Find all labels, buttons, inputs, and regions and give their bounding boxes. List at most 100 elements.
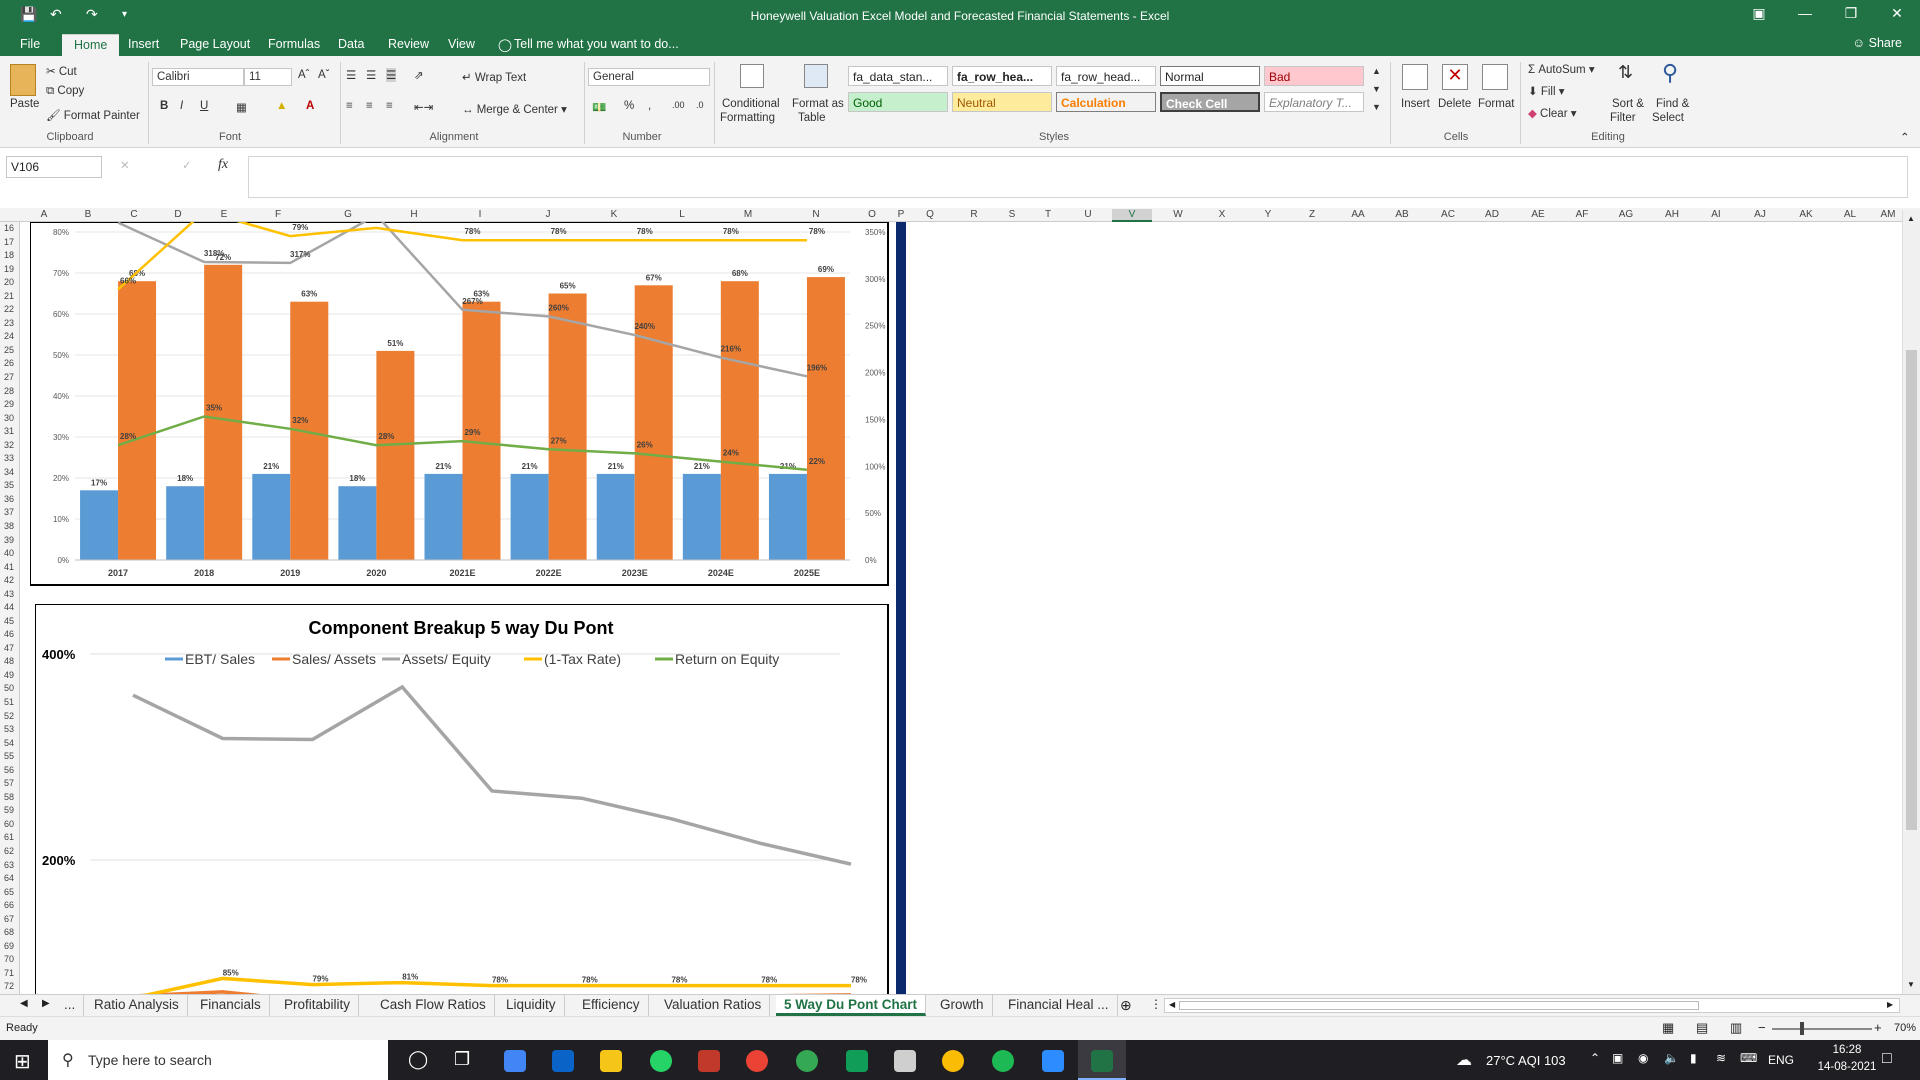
style-fa-row-header[interactable]: fa_row_head... xyxy=(1056,66,1156,86)
formula-input[interactable] xyxy=(248,156,1908,198)
mail-icon[interactable] xyxy=(552,1050,574,1072)
column-header[interactable]: N xyxy=(798,209,834,220)
name-box[interactable]: V106 xyxy=(6,156,102,178)
row-header[interactable]: 58 xyxy=(0,792,18,802)
sheet-tab-efficiency[interactable]: Efficiency xyxy=(574,995,649,1016)
row-header[interactable]: 40 xyxy=(0,548,18,558)
merge-center-button[interactable]: ↔ Merge & Center ▾ xyxy=(462,102,567,116)
fill-color-icon[interactable]: ▲ xyxy=(276,100,287,112)
row-header[interactable]: 67 xyxy=(0,914,18,924)
chrome-profile-icon[interactable] xyxy=(942,1050,964,1072)
row-header[interactable]: 59 xyxy=(0,805,18,815)
whatsapp-icon[interactable] xyxy=(650,1050,672,1072)
column-header[interactable]: H xyxy=(396,209,432,220)
column-header[interactable]: Z xyxy=(1294,209,1330,220)
confirm-entry-icon[interactable]: ✓ xyxy=(182,158,192,172)
column-header[interactable]: AG xyxy=(1608,209,1644,220)
close-button[interactable]: ✕ xyxy=(1882,5,1912,22)
column-header[interactable]: K xyxy=(596,209,632,220)
row-header[interactable]: 48 xyxy=(0,656,18,666)
battery-icon[interactable]: ▮ xyxy=(1690,1051,1697,1065)
tab-formulas[interactable]: Formulas xyxy=(268,37,320,51)
minimize-button[interactable]: — xyxy=(1790,5,1820,21)
align-left-icon[interactable]: ≡ xyxy=(346,100,353,112)
magnifier-icon[interactable]: ⚲ xyxy=(1662,60,1678,86)
row-header[interactable]: 57 xyxy=(0,778,18,788)
row-header[interactable]: 43 xyxy=(0,589,18,599)
app-icon[interactable] xyxy=(894,1050,916,1072)
row-header[interactable]: 26 xyxy=(0,358,18,368)
style-bad[interactable]: Bad xyxy=(1264,66,1364,86)
column-header[interactable]: AI xyxy=(1698,209,1734,220)
sheet-tab-more[interactable]: ... xyxy=(56,995,85,1016)
tab-view[interactable]: View xyxy=(448,37,475,51)
sheet-tab-cash-flow-ratios[interactable]: Cash Flow Ratios xyxy=(372,995,495,1016)
scroll-up-icon[interactable]: ▲ xyxy=(1907,214,1915,223)
sort-filter-icon[interactable]: ⇅ xyxy=(1618,62,1633,83)
format-as-table-button[interactable]: Format as xyxy=(792,98,844,110)
scroll-right-icon[interactable]: ▶ xyxy=(1887,1000,1893,1009)
column-header[interactable]: S xyxy=(994,209,1030,220)
column-header[interactable]: T xyxy=(1030,209,1066,220)
row-header[interactable]: 68 xyxy=(0,927,18,937)
find-select-button[interactable]: Find & xyxy=(1656,98,1689,110)
weather-icon[interactable]: ☁ xyxy=(1456,1050,1472,1070)
column-header[interactable]: F xyxy=(260,209,296,220)
column-header[interactable]: X xyxy=(1204,209,1240,220)
column-header[interactable]: AM xyxy=(1876,209,1900,220)
sheets-icon[interactable] xyxy=(846,1050,868,1072)
sort-filter-button[interactable]: Sort & xyxy=(1612,98,1644,110)
vertical-scroll-thumb[interactable] xyxy=(1906,350,1917,830)
column-header[interactable]: AA xyxy=(1340,209,1376,220)
delete-button[interactable]: Delete xyxy=(1438,98,1471,110)
align-center-icon[interactable]: ≡ xyxy=(366,100,373,112)
percent-icon[interactable]: % xyxy=(624,100,634,112)
row-header[interactable]: 63 xyxy=(0,860,18,870)
row-header[interactable]: 60 xyxy=(0,819,18,829)
row-header[interactable]: 31 xyxy=(0,426,18,436)
column-header[interactable]: AF xyxy=(1564,209,1600,220)
row-header[interactable]: 21 xyxy=(0,291,18,301)
style-good[interactable]: Good xyxy=(848,92,948,112)
sheet-tab-5-way-du-pont-chart[interactable]: 5 Way Du Pont Chart xyxy=(776,995,927,1016)
sheet-tab-valuation-ratios[interactable]: Valuation Ratios xyxy=(656,995,771,1016)
indent-icon[interactable]: ⇤⇥ xyxy=(414,100,433,114)
row-header[interactable]: 42 xyxy=(0,575,18,585)
row-header[interactable]: 47 xyxy=(0,643,18,653)
column-header[interactable]: M xyxy=(730,209,766,220)
column-header[interactable]: AE xyxy=(1520,209,1556,220)
conditional-formatting-icon[interactable] xyxy=(740,64,764,88)
column-header[interactable]: C xyxy=(116,209,152,220)
horizontal-scrollbar[interactable]: ◀ ▶ xyxy=(1164,998,1900,1013)
row-header[interactable]: 49 xyxy=(0,670,18,680)
prev-sheet-icon[interactable]: ◀ xyxy=(20,998,28,1009)
row-header[interactable]: 18 xyxy=(0,250,18,260)
row-header[interactable]: 25 xyxy=(0,345,18,355)
underline-icon[interactable]: U xyxy=(200,100,208,112)
styles-more-icon[interactable]: ▼ xyxy=(1372,102,1381,112)
align-middle-icon[interactable]: ☰ xyxy=(366,68,376,82)
chrome-icon[interactable] xyxy=(504,1050,526,1072)
component-breakup-chart[interactable]: Component Breakup 5 way Du Pont EBT/ Sale… xyxy=(35,604,890,994)
keyboard-icon[interactable]: ⌨ xyxy=(1740,1051,1757,1065)
scroll-down-icon[interactable]: ▼ xyxy=(1907,980,1915,989)
number-format-select[interactable]: General xyxy=(588,68,710,86)
column-header[interactable]: R xyxy=(956,209,992,220)
row-header[interactable]: 34 xyxy=(0,467,18,477)
next-sheet-icon[interactable]: ▶ xyxy=(42,998,50,1009)
column-header[interactable]: AD xyxy=(1474,209,1510,220)
fill-button[interactable]: ⬇ Fill ▾ xyxy=(1528,84,1565,98)
paste-button[interactable]: Paste xyxy=(10,98,39,110)
row-header[interactable]: 16 xyxy=(0,223,18,233)
insert-button[interactable]: Insert xyxy=(1401,98,1430,110)
tab-splitter-icon[interactable]: ⋮ xyxy=(1150,997,1162,1011)
collapse-ribbon-icon[interactable]: ⌃ xyxy=(1900,130,1910,144)
row-header[interactable]: 41 xyxy=(0,562,18,572)
ribbon-display-icon[interactable]: ▣ xyxy=(1744,5,1774,22)
format-cells-icon[interactable] xyxy=(1482,64,1508,90)
increase-font-icon[interactable]: Aˆ xyxy=(298,69,310,81)
wifi-icon[interactable]: ≋ xyxy=(1716,1051,1726,1065)
styles-scroll-up-icon[interactable]: ▲ xyxy=(1372,66,1381,76)
row-header[interactable]: 38 xyxy=(0,521,18,531)
vertical-scrollbar[interactable]: ▲ ▼ xyxy=(1902,210,1920,995)
